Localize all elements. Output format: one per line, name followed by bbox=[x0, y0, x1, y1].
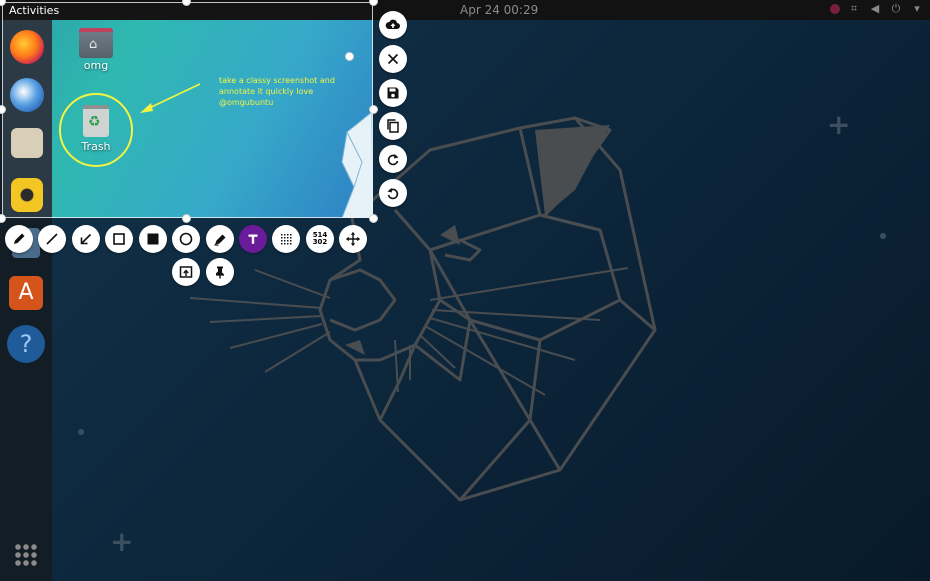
network-icon[interactable]: ⌗ bbox=[847, 2, 861, 16]
pin-icon bbox=[216, 266, 224, 279]
wallpaper-dot-decor bbox=[78, 429, 84, 435]
filled-rectangle-tool-button[interactable] bbox=[139, 225, 167, 253]
rectangle-tool-button[interactable] bbox=[105, 225, 133, 253]
resize-handle-right[interactable] bbox=[345, 52, 354, 61]
arrow-icon bbox=[80, 233, 92, 245]
save-icon bbox=[387, 87, 399, 99]
text-tool-button[interactable] bbox=[239, 225, 267, 253]
status-icon[interactable] bbox=[830, 4, 840, 14]
move-icon bbox=[346, 232, 360, 246]
cloud-upload-icon bbox=[385, 19, 400, 29]
selection-height: 302 bbox=[312, 238, 328, 246]
save-button[interactable] bbox=[379, 79, 407, 107]
power-icon[interactable]: ⏻ bbox=[889, 2, 903, 16]
pin-button[interactable] bbox=[206, 258, 234, 286]
wallpaper-plus-decor: + bbox=[827, 108, 851, 141]
line-icon bbox=[46, 233, 58, 245]
resize-handle-bottom[interactable] bbox=[182, 214, 191, 223]
pencil-icon bbox=[14, 233, 25, 244]
wallpaper-plus-decor: + bbox=[110, 525, 134, 558]
help-icon[interactable]: ? bbox=[7, 325, 45, 363]
filled-rectangle-icon bbox=[147, 233, 159, 245]
copy-icon bbox=[387, 119, 399, 133]
pixelate-tool-button[interactable] bbox=[272, 225, 300, 253]
marker-tool-button[interactable] bbox=[206, 225, 234, 253]
software-icon[interactable]: A bbox=[9, 276, 43, 310]
pencil-tool-button[interactable] bbox=[5, 225, 33, 253]
clock[interactable]: Apr 24 00:29 bbox=[460, 3, 538, 17]
volume-icon[interactable]: ◀ bbox=[868, 2, 882, 16]
selection-size-indicator: 514 302 bbox=[306, 225, 334, 253]
rectangle-icon bbox=[113, 233, 125, 245]
app-launcher-button[interactable] bbox=[172, 258, 200, 286]
upload-button[interactable] bbox=[379, 11, 407, 39]
system-tray[interactable]: ⌗ ◀ ⏻ ▾ bbox=[830, 2, 924, 16]
resize-handle-bottom-right[interactable] bbox=[369, 214, 378, 223]
launcher-icon bbox=[179, 266, 193, 278]
undo-icon bbox=[387, 188, 399, 200]
show-applications-icon[interactable] bbox=[14, 543, 38, 567]
wallpaper-dot-decor bbox=[880, 233, 886, 239]
circle-tool-button[interactable] bbox=[172, 225, 200, 253]
resize-handle-right-mid[interactable] bbox=[369, 105, 378, 114]
close-icon bbox=[387, 53, 399, 65]
pixelate-icon bbox=[281, 234, 292, 245]
selection-border bbox=[2, 2, 373, 218]
selection-size-text: 514 302 bbox=[313, 232, 328, 246]
marker-icon bbox=[214, 234, 226, 246]
redo-icon bbox=[387, 154, 399, 166]
undo-button[interactable] bbox=[379, 179, 407, 207]
move-selection-button[interactable] bbox=[339, 225, 367, 253]
arrow-tool-button[interactable] bbox=[72, 225, 100, 253]
circle-icon bbox=[179, 232, 193, 246]
copy-button[interactable] bbox=[379, 112, 407, 140]
redo-button[interactable] bbox=[379, 145, 407, 173]
text-icon bbox=[248, 234, 258, 244]
line-tool-button[interactable] bbox=[38, 225, 66, 253]
menu-arrow-icon[interactable]: ▾ bbox=[910, 2, 924, 16]
desktop: + + + Activities Apr 24 00:29 ⌗ ◀ ⏻ ▾ A … bbox=[0, 0, 930, 581]
close-button[interactable] bbox=[379, 45, 407, 73]
